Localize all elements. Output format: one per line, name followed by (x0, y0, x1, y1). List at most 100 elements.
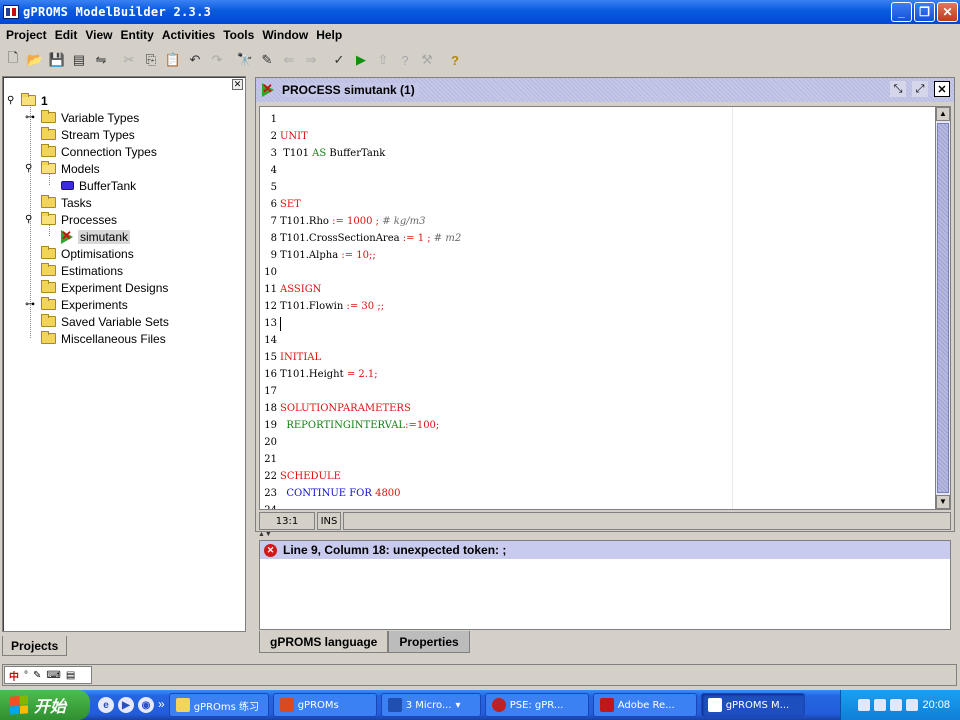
cut-icon[interactable]: ✂ (118, 49, 140, 71)
open-folder-icon[interactable]: 📂 (24, 49, 46, 71)
redo-icon[interactable]: ↷ (206, 49, 228, 71)
tree-item-variable-types[interactable]: ⊶ Variable Types (25, 109, 139, 126)
close-icon[interactable]: ✕ (934, 81, 950, 97)
tree-item-optimisations[interactable]: Optimisations (41, 245, 134, 262)
code-line[interactable]: 11 ASSIGN (260, 281, 936, 298)
expanded-toggle-icon[interactable]: ⚲ (25, 214, 37, 225)
query-icon[interactable]: ? (394, 49, 416, 71)
tree-item-estimations[interactable]: Estimations (41, 262, 123, 279)
tree-item-miscellaneous-files[interactable]: Miscellaneous Files (41, 330, 166, 347)
code-line[interactable]: 12 T101.Flowin := 30 ;; (260, 298, 936, 315)
code-line[interactable]: 18 SOLUTIONPARAMETERS (260, 400, 936, 417)
window-titlebar[interactable]: gPROMS ModelBuilder 2.3.3 _ ❐ ✕ (0, 0, 960, 24)
code-line[interactable]: 3 T101 AS BufferTank (260, 145, 936, 162)
replace-icon[interactable]: ✎ (256, 49, 278, 71)
code-line[interactable]: 2 UNIT (260, 128, 936, 145)
editor-titlebar[interactable]: PROCESS simutank (1) ⤡ ⤢ ✕ (256, 78, 954, 102)
menu-tools[interactable]: Tools (219, 28, 258, 42)
scroll-thumb[interactable] (937, 123, 949, 493)
clock[interactable]: 20:08 (922, 699, 950, 711)
overflow-chevron-icon[interactable]: » (158, 697, 165, 713)
undo-icon[interactable]: ↶ (184, 49, 206, 71)
menu-entity[interactable]: Entity (117, 28, 158, 42)
code-line[interactable]: 14 (260, 332, 936, 349)
collapsed-toggle-icon[interactable]: ⊶ (25, 299, 37, 310)
code-line[interactable]: 6 SET (260, 196, 936, 213)
tray-security-icon[interactable] (890, 699, 903, 711)
ime-punct-icon[interactable]: ° (24, 670, 28, 681)
ime-menu-icon[interactable]: ▤ (66, 670, 75, 681)
restore-icon[interactable]: ⤡ (890, 81, 906, 97)
menu-view[interactable]: View (81, 28, 116, 42)
code-line[interactable]: 22 SCHEDULE (260, 468, 936, 485)
code-line[interactable]: 16 T101.Height = 2.1; (260, 366, 936, 383)
expanded-toggle-icon[interactable]: ⚲ (7, 95, 19, 106)
tools-icon[interactable]: ⚒ (416, 49, 438, 71)
start-button[interactable]: 开始 (0, 690, 90, 720)
task-button-word[interactable]: 3 Micro... ▾ (380, 693, 481, 717)
help-icon[interactable]: ? (444, 49, 466, 71)
task-button-folder[interactable]: gPROms 练习 (168, 693, 269, 717)
code-line[interactable]: 13 (260, 315, 936, 332)
scroll-up-icon[interactable]: ▲ (936, 107, 950, 121)
menu-window[interactable]: Window (258, 28, 312, 42)
import-icon[interactable]: ⇋ (90, 49, 112, 71)
check-icon[interactable]: ✓ (328, 49, 350, 71)
code-line[interactable]: 7 T101.Rho := 1000 ; # kg/m3 (260, 213, 936, 230)
code-line[interactable]: 10 (260, 264, 936, 281)
tab-gproms-language[interactable]: gPROMS language (259, 631, 389, 653)
menu-project[interactable]: Project (2, 28, 51, 42)
tree-item-experiment-designs[interactable]: Experiment Designs (41, 279, 168, 296)
media-player-icon[interactable]: ▶ (118, 697, 134, 713)
close-button[interactable]: ✕ (937, 2, 958, 22)
task-button-adobe[interactable]: Adobe Re... (592, 693, 697, 717)
code-line[interactable]: 20 (260, 434, 936, 451)
tray-network-icon[interactable] (858, 699, 871, 711)
code-line[interactable]: 4 (260, 162, 936, 179)
tray-update-icon[interactable] (906, 699, 919, 711)
tree-item-connection-types[interactable]: Connection Types (41, 143, 157, 160)
panel-close-icon[interactable]: ✕ (232, 79, 243, 90)
ime-brush-icon[interactable]: ✎ (33, 670, 41, 681)
code-line[interactable]: 24 (260, 502, 936, 509)
find-icon[interactable]: 🔭 (234, 49, 256, 71)
up-icon[interactable]: ⇧ (372, 49, 394, 71)
tree-item-experiments[interactable]: ⊶ Experiments (25, 296, 128, 313)
code-line[interactable]: 19 REPORTINGINTERVAL:=100; (260, 417, 936, 434)
task-button-gproms-modelbuilder[interactable]: gPROMS M... (700, 693, 805, 717)
task-button-pse[interactable]: PSE: gPR... (484, 693, 589, 717)
menu-activities[interactable]: Activities (158, 28, 219, 42)
code-line[interactable]: 17 (260, 383, 936, 400)
run-icon[interactable]: ▶ (350, 49, 372, 71)
tab-properties[interactable]: Properties (388, 631, 470, 653)
code-line[interactable]: 1 (260, 111, 936, 128)
menu-help[interactable]: Help (312, 28, 346, 42)
ime-toolbar[interactable]: 中 ° ✎ ⌨ ▤ (4, 666, 92, 684)
splitter-arrows[interactable]: ▲▼ (258, 531, 958, 538)
copy-icon[interactable]: ⎘ (140, 49, 162, 71)
task-button-gproms-ppt[interactable]: gPROMs (272, 693, 377, 717)
tree-item-simutank[interactable]: simutank (61, 228, 131, 245)
save-icon[interactable]: 💾 (46, 49, 68, 71)
tree-item-stream-types[interactable]: Stream Types (41, 126, 135, 143)
tree-item-processes[interactable]: ⚲ Processes (25, 211, 117, 228)
paste-icon[interactable]: 📋 (162, 49, 184, 71)
maximize-button[interactable]: ❐ (914, 2, 935, 22)
app-launch-icon[interactable]: ◉ (138, 697, 154, 713)
code-line[interactable]: 15 INITIAL (260, 349, 936, 366)
tree-root[interactable]: ⚲ 1 (7, 92, 48, 109)
forward-icon[interactable]: ⇒ (300, 49, 322, 71)
xml-icon[interactable]: ▤ (68, 49, 90, 71)
tree-item-models[interactable]: ⚲ Models (25, 160, 100, 177)
tab-projects[interactable]: Projects (2, 636, 68, 656)
code-line[interactable]: 8 T101.CrossSectionArea := 1 ; # m2 (260, 230, 936, 247)
collapsed-toggle-icon[interactable]: ⊶ (25, 112, 37, 123)
minimize-button[interactable]: _ (891, 2, 912, 22)
tray-volume-icon[interactable] (874, 699, 887, 711)
scroll-down-icon[interactable]: ▼ (936, 495, 950, 509)
code-line[interactable]: 9 T101.Alpha := 10;; (260, 247, 936, 264)
tree-item-buffertank[interactable]: BufferTank (61, 177, 136, 194)
code-line[interactable]: 21 (260, 451, 936, 468)
maximize-icon[interactable]: ⤢ (912, 81, 928, 97)
tree-item-tasks[interactable]: Tasks (41, 194, 92, 211)
